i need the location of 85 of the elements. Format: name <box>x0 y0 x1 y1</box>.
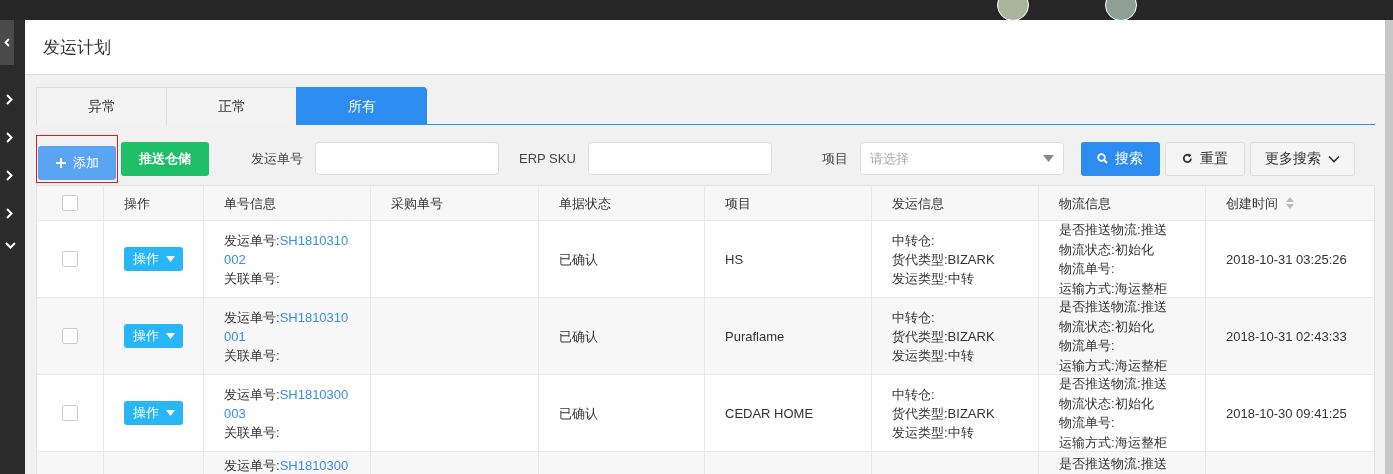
column-header: 采购单号 <box>391 194 443 213</box>
column-header: 发运信息 <box>892 194 944 213</box>
cell-text: 关联单号: <box>224 346 281 365</box>
filter-label: 项目 <box>821 149 848 168</box>
chevron-left-icon <box>4 38 10 47</box>
cell-text: 关联单号: <box>224 269 281 288</box>
caret-down-icon <box>1042 155 1054 162</box>
cell-text: 物流单号: <box>1059 414 1116 432</box>
action-dropdown-button[interactable]: 操作 <box>124 324 183 348</box>
cell-text: 是否推送物流:推送 <box>1059 221 1167 239</box>
checkbox[interactable] <box>62 328 78 344</box>
scrollbar[interactable] <box>1385 20 1393 474</box>
plus-icon <box>55 157 66 168</box>
cell-text: Puraflame <box>725 327 785 346</box>
cell-text: 中转仓: <box>892 231 936 250</box>
cell-text: 已确认 <box>559 404 598 423</box>
column-header: 单号信息 <box>224 194 276 213</box>
input-field[interactable] <box>587 142 772 175</box>
cell-text: 物流状态:初始化 <box>1059 317 1155 336</box>
caret-down-icon <box>165 256 175 262</box>
select-field[interactable]: 请选择 <box>859 142 1064 175</box>
column-header[interactable]: 创建时间 <box>1226 193 1278 213</box>
checkbox[interactable] <box>62 405 78 421</box>
input-field[interactable] <box>315 142 499 175</box>
refresh-icon <box>1181 153 1193 164</box>
cell-text: 发运类型:中转 <box>892 269 975 288</box>
cell-text: 物流状态:初始化 <box>1059 394 1155 413</box>
collapse-button[interactable] <box>0 20 14 65</box>
sort-icon <box>1286 197 1294 209</box>
page-title: 发运计划 <box>43 36 111 59</box>
checkbox[interactable] <box>62 251 78 267</box>
filter-label: 发运单号 <box>251 149 303 168</box>
cell-text: 发运类型:中转 <box>892 423 975 442</box>
cell-text: 是否推送物流:推送 <box>1059 455 1167 473</box>
cell-text: 货代类型:BIZARK <box>892 327 995 346</box>
cell-text: 2018-10-30 09:41:25 <box>1226 404 1347 423</box>
cell-text: 运输方式:海运整柜 <box>1059 356 1167 375</box>
tab[interactable]: 所有 <box>296 87 427 125</box>
search-button[interactable]: 搜索 <box>1080 141 1160 176</box>
order-number-text: 发运单号:SH1810310002 <box>224 231 350 269</box>
cell-text: 运输方式:海运整柜 <box>1059 433 1167 452</box>
cell-text: 运输方式:海运整柜 <box>1059 279 1167 298</box>
cell-text: 中转仓: <box>892 308 936 327</box>
cell-text: 货代类型:BIZARK <box>892 250 995 269</box>
tab[interactable]: 正常 <box>166 87 297 125</box>
column-header: 单据状态 <box>559 194 611 213</box>
search-icon <box>1097 153 1109 164</box>
cell-text: 关联单号: <box>224 423 281 442</box>
reset-button[interactable]: 重置 <box>1164 141 1245 176</box>
cell-text: 物流状态:初始化 <box>1059 240 1155 259</box>
cell-text: HS <box>725 250 744 269</box>
cell-text: 物流单号: <box>1059 260 1116 278</box>
tab[interactable]: 异常 <box>36 87 167 125</box>
caret-down-icon <box>165 333 175 339</box>
action-dropdown-button[interactable]: 操作 <box>124 401 183 425</box>
cell-text: 是否推送物流:推送 <box>1059 375 1167 393</box>
chevron-down-icon <box>5 241 16 250</box>
cell-text: 中转仓: <box>892 385 936 404</box>
chevron-right-icon <box>5 94 14 105</box>
order-number-text: 发运单号:SH1810300003 <box>224 385 350 423</box>
cell-text: 发运类型:中转 <box>892 346 975 365</box>
cell-text: 物流单号: <box>1059 337 1116 355</box>
order-number-text: 发运单号:SH1810300 <box>224 459 350 473</box>
more-search-button[interactable]: 更多搜索 <box>1249 141 1355 176</box>
chevron-right-icon <box>5 208 14 219</box>
checkbox[interactable] <box>62 195 78 211</box>
cell-text: CEDAR HOME <box>725 404 814 423</box>
cell-text: 2018-10-31 03:25:26 <box>1226 250 1347 269</box>
cell-text: 已确认 <box>559 327 598 346</box>
chevron-right-icon <box>5 170 14 181</box>
cell-text: 是否推送物流:推送 <box>1059 298 1167 316</box>
chevron-down-icon <box>1327 154 1340 163</box>
column-header: 项目 <box>725 194 751 213</box>
caret-down-icon <box>165 410 175 416</box>
cell-text: 货代类型:BIZARK <box>892 404 995 423</box>
order-number-text: 发运单号:SH1810310001 <box>224 308 350 346</box>
column-header: 物流信息 <box>1059 194 1111 213</box>
column-header: 操作 <box>124 194 150 213</box>
filter-label: ERP SKU <box>519 151 576 166</box>
add-button[interactable]: 添加 <box>38 145 116 180</box>
push-button[interactable]: 推送仓储 <box>121 141 209 176</box>
cell-text: 已确认 <box>559 250 598 269</box>
action-dropdown-button[interactable]: 操作 <box>124 247 183 271</box>
chevron-right-icon <box>5 132 14 143</box>
cell-text: 2018-10-31 02:43:33 <box>1226 327 1347 346</box>
